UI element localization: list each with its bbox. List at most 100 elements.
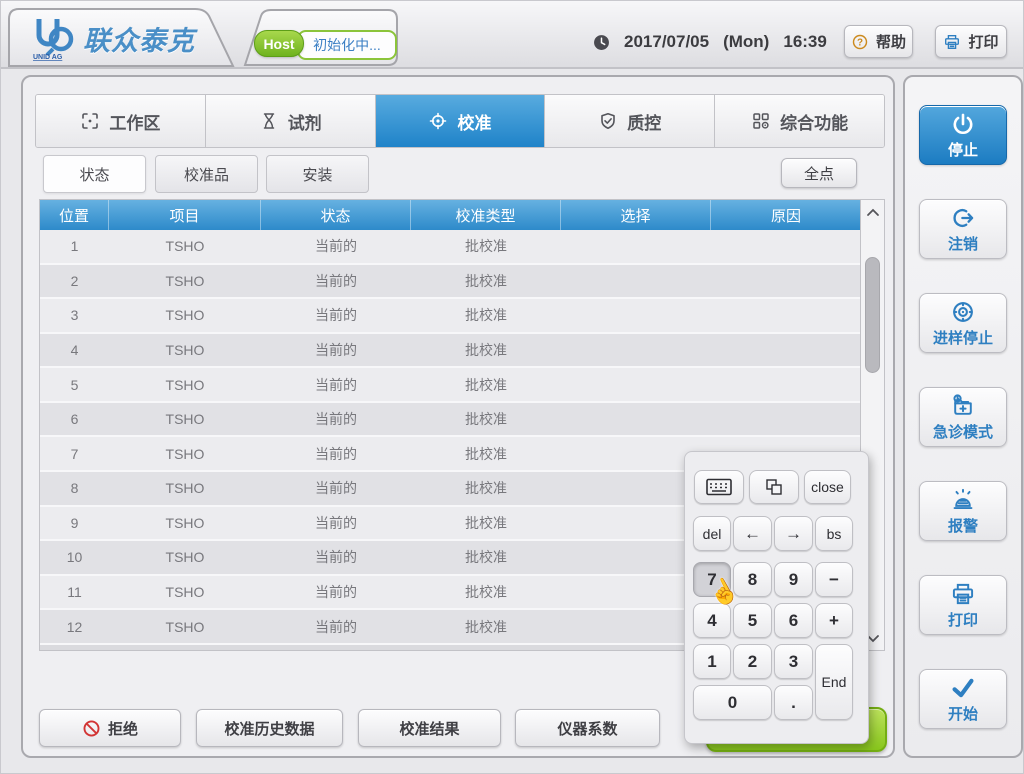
cell-status: 当前的 [261, 368, 411, 401]
cell-pos: 10 [40, 541, 109, 574]
cell-item: TSHO [109, 299, 261, 332]
cell-pos: 12 [40, 610, 109, 643]
help-question-icon: ? [851, 33, 869, 51]
numpad-arrow-right-key[interactable]: → [774, 516, 813, 551]
qc-shield-icon [598, 111, 618, 131]
numpad-dot-key[interactable]: . [774, 685, 813, 720]
printer-icon [943, 33, 961, 51]
sidebar-label: 停止 [948, 139, 978, 160]
help-button[interactable]: ? 帮助 [844, 25, 913, 58]
numpad-key-1[interactable]: 1 [693, 644, 731, 679]
reagent-icon [259, 111, 279, 131]
cell-item: TSHO [109, 541, 261, 574]
reject-button[interactable]: 拒绝 [39, 709, 181, 747]
weekday-text: (Mon) [723, 32, 769, 52]
brand-logo-icon: UNID AG [31, 15, 75, 61]
alarm-icon [950, 487, 976, 513]
calibration-history-button[interactable]: 校准历史数据 [196, 709, 343, 747]
cell-reason [711, 265, 861, 298]
chevron-up-icon [866, 208, 880, 217]
table-row[interactable]: 6TSHO当前的批校准 [40, 403, 861, 438]
cell-select [561, 299, 711, 332]
subtab-status[interactable]: 状态 [43, 155, 146, 193]
tab-workspace[interactable]: 工作区 [36, 95, 206, 147]
subtab-calibrator[interactable]: 校准品 [155, 155, 258, 193]
tab-functions[interactable]: 综合功能 [715, 95, 884, 147]
sidebar-stat-mode-button[interactable]: 急诊模式 [919, 387, 1007, 447]
numpad-arrow-left-key[interactable]: ← [733, 516, 772, 551]
tab-calibration[interactable]: 校准 [376, 95, 546, 147]
sidebar-label: 开始 [948, 703, 978, 724]
tab-label: 综合功能 [780, 109, 848, 134]
col-item: 项目 [109, 200, 261, 230]
col-select: 选择 [561, 200, 711, 230]
cell-pos: 3 [40, 299, 109, 332]
sidebar-stop-button[interactable]: 停止 [919, 105, 1007, 165]
cell-reason [711, 299, 861, 332]
numpad-bs-key[interactable]: bs [815, 516, 853, 551]
cell-item: TSHO [109, 472, 261, 505]
cell-pos: 7 [40, 437, 109, 470]
numpad-key-6[interactable]: 6 [774, 603, 813, 638]
cell-status: 当前的 [261, 576, 411, 609]
numpad-key-3[interactable]: 3 [774, 644, 813, 679]
scroll-thumb[interactable] [865, 257, 880, 373]
tab-label: 试剂 [288, 109, 322, 134]
table-row[interactable]: 1TSHO当前的批校准 [40, 230, 861, 265]
tab-qc[interactable]: 质控 [545, 95, 715, 147]
numpad-minus-key[interactable]: − [815, 562, 853, 597]
cell-pos: 5 [40, 368, 109, 401]
table-row[interactable]: 3TSHO当前的批校准 [40, 299, 861, 334]
table-row[interactable]: 5TSHO当前的批校准 [40, 368, 861, 403]
keyboard-toggle-button[interactable] [694, 470, 744, 504]
cell-status: 当前的 [261, 230, 411, 263]
cell-status: 当前的 [261, 437, 411, 470]
numpad-key-2[interactable]: 2 [733, 644, 772, 679]
table-row[interactable]: 4TSHO当前的批校准 [40, 334, 861, 369]
numpad-end-key[interactable]: End [815, 644, 853, 720]
numpad-key-4[interactable]: 4 [693, 603, 731, 638]
cell-reason [711, 334, 861, 367]
sidebar-sampler-stop-button[interactable]: 进样停止 [919, 293, 1007, 353]
table-row[interactable]: 2TSHO当前的批校准 [40, 265, 861, 300]
sidebar-start-button[interactable]: 开始 [919, 669, 1007, 729]
sidebar-logout-button[interactable]: 注销 [919, 199, 1007, 259]
numpad-del-key[interactable]: del [693, 516, 731, 551]
numpad-key-0[interactable]: 0 [693, 685, 772, 720]
cell-type: 批校准 [411, 299, 561, 332]
brand: UNID AG 联众泰克 [31, 13, 226, 63]
table-header: 位置 项目 状态 校准类型 选择 原因 [40, 200, 861, 230]
app-window: UNID AG 联众泰克 Host 初始化中... 2017/07/05 (Mo… [0, 0, 1024, 774]
cell-item: TSHO [109, 610, 261, 643]
numpad-close-button[interactable]: close [804, 470, 851, 504]
cell-select [561, 230, 711, 263]
all-points-button[interactable]: 全点 [781, 158, 857, 188]
calibration-result-button[interactable]: 校准结果 [358, 709, 501, 747]
printer-icon [950, 581, 976, 607]
numpad-overlay: close del ← → bs 7 8 9 − 4 5 6 + 1 2 3 E… [684, 451, 869, 744]
instrument-coefficient-button[interactable]: 仪器系数 [515, 709, 660, 747]
sidebar-label: 进样停止 [933, 327, 993, 348]
numpad-plus-key[interactable]: + [815, 603, 853, 638]
col-position: 位置 [40, 200, 109, 230]
datetime: 2017/07/05 (Mon) 16:39 [593, 29, 827, 55]
sidebar-label: 注销 [948, 233, 978, 254]
subtab-install[interactable]: 安装 [266, 155, 369, 193]
col-status: 状态 [261, 200, 411, 230]
scroll-up-button[interactable] [861, 200, 884, 224]
numpad-key-5[interactable]: 5 [733, 603, 772, 638]
cell-type: 批校准 [411, 541, 561, 574]
print-top-button[interactable]: 打印 [935, 25, 1007, 58]
svg-text:?: ? [857, 37, 863, 48]
sidebar-print-button[interactable]: 打印 [919, 575, 1007, 635]
cell-status: 当前的 [261, 507, 411, 540]
date-text: 2017/07/05 [624, 32, 709, 52]
cell-pos: 4 [40, 334, 109, 367]
cell-status: 当前的 [261, 299, 411, 332]
numpad-key-9[interactable]: 9 [774, 562, 813, 597]
tab-reagent[interactable]: 试剂 [206, 95, 376, 147]
switch-window-button[interactable] [749, 470, 799, 504]
cell-select [561, 265, 711, 298]
sidebar-alarm-button[interactable]: 报警 [919, 481, 1007, 541]
cell-select [561, 334, 711, 367]
